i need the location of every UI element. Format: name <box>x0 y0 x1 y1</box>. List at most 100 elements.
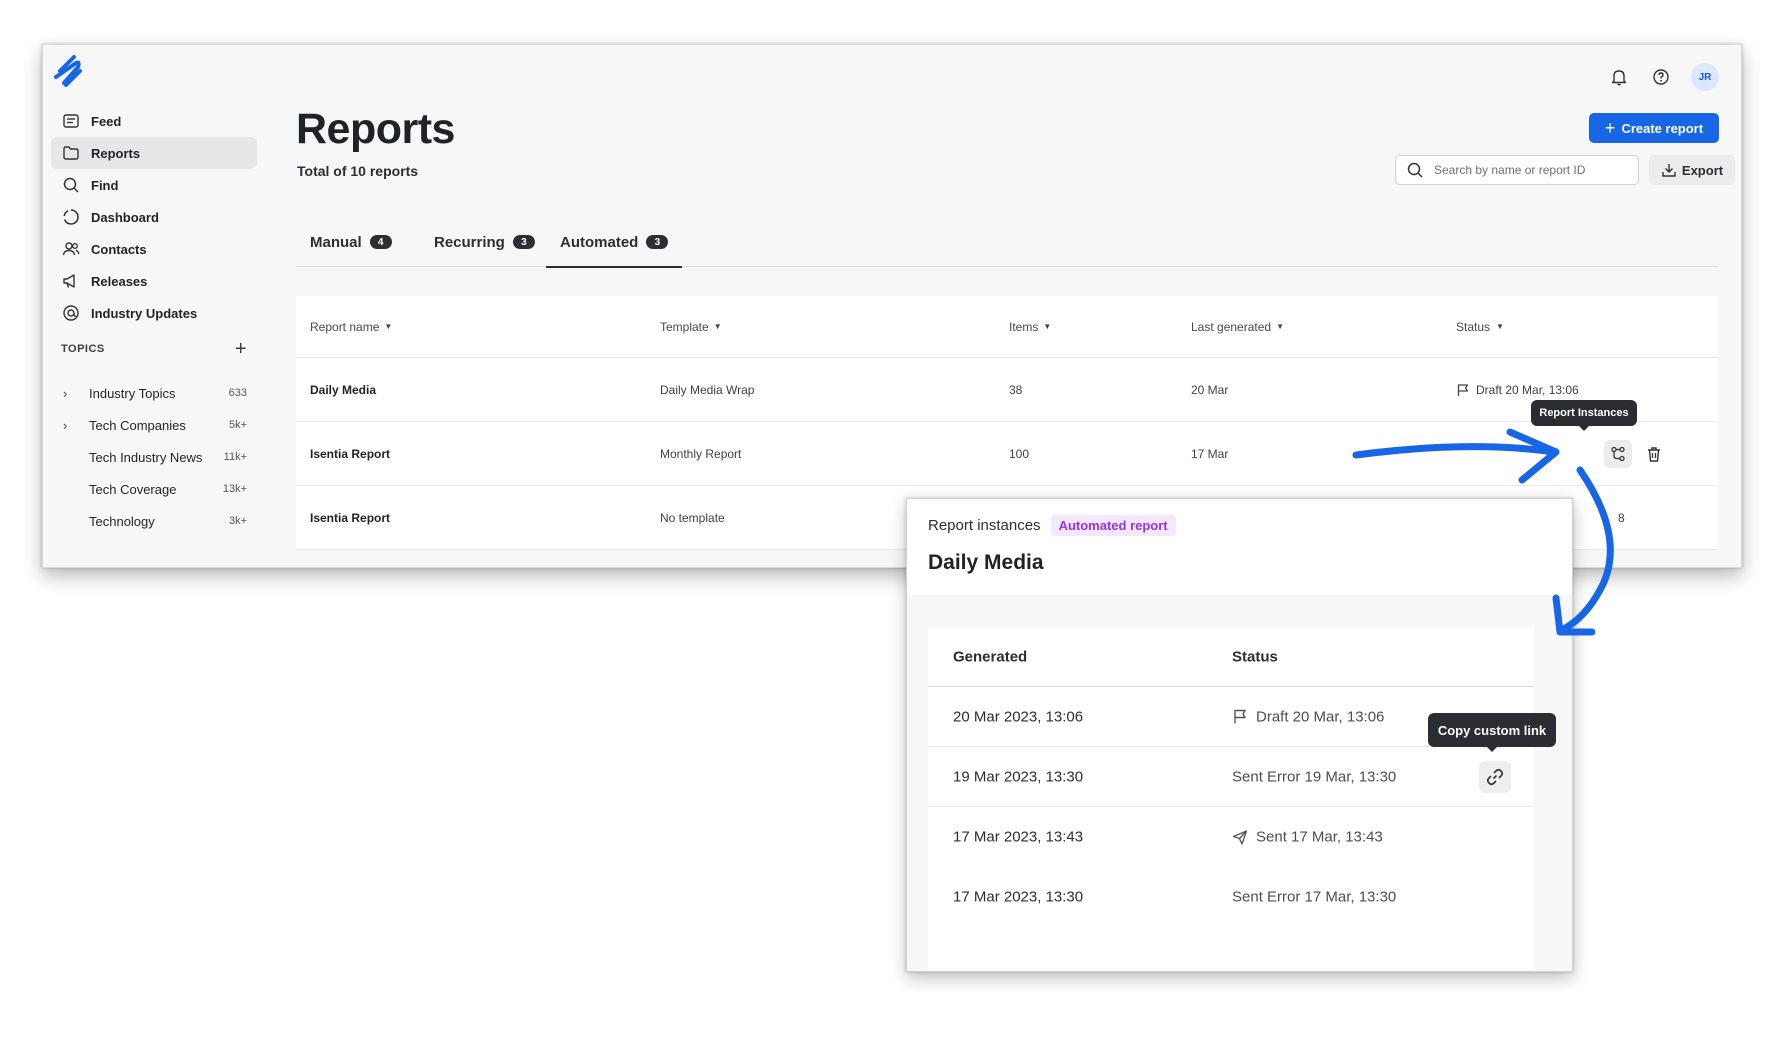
instance-row[interactable]: 17 Mar 2023, 13:43 Sent 17 Mar, 13:43 <box>928 807 1534 867</box>
status-text: Sent 17 Mar, 13:43 <box>1256 828 1383 846</box>
instance-generated: 20 Mar 2023, 13:06 <box>953 708 1084 725</box>
column-label: Last generated <box>1191 319 1272 334</box>
add-topic-icon[interactable]: + <box>235 339 247 359</box>
instance-row[interactable]: 19 Mar 2023, 13:30 Sent Error 19 Mar, 13… <box>928 747 1534 807</box>
table-row[interactable]: Daily Media Daily Media Wrap 38 20 Mar D… <box>296 358 1718 422</box>
instance-generated: 17 Mar 2023, 13:30 <box>953 888 1084 906</box>
column-header-status[interactable]: Status ▼ <box>1456 320 1504 334</box>
instance-status: Draft 20 Mar, 13:06 <box>1232 708 1384 725</box>
tab-manual[interactable]: Manual 4 <box>310 217 392 267</box>
contacts-icon <box>61 239 81 259</box>
sidebar-item-contacts[interactable]: Contacts <box>51 233 257 265</box>
column-header-report-name[interactable]: Report name ▼ <box>310 320 392 334</box>
download-icon <box>1662 164 1676 177</box>
sidebar-item-label: Releases <box>91 273 148 289</box>
instances-table-header: Generated Status <box>928 627 1534 687</box>
topic-item[interactable]: Tech Industry News 11k+ <box>61 441 247 473</box>
instance-row[interactable]: 17 Mar 2023, 13:30 Sent Error 17 Mar, 13… <box>928 867 1534 927</box>
sidebar-nav: Feed Reports Find Dashboard Contacts Rel… <box>51 105 257 329</box>
report-status: 8 <box>1618 510 1625 525</box>
tab-count-badge: 3 <box>646 235 669 249</box>
report-instances-tooltip: Report Instances <box>1531 400 1637 431</box>
avatar[interactable]: JR <box>1691 63 1719 91</box>
send-icon <box>1232 829 1248 845</box>
sidebar-item-find[interactable]: Find <box>51 169 257 201</box>
panel-kicker: Report instances Automated report <box>928 515 1176 536</box>
sidebar-item-label: Dashboard <box>91 209 159 225</box>
status-text: Draft 20 Mar, 13:06 <box>1256 708 1385 725</box>
at-icon <box>61 303 81 323</box>
status-text: Sent Error 17 Mar, 13:30 <box>1232 888 1397 906</box>
row-actions <box>1604 440 1668 468</box>
report-status: Draft 20 Mar, 13:06 <box>1456 383 1579 397</box>
delete-button[interactable] <box>1640 440 1668 468</box>
app-logo[interactable] <box>52 53 86 89</box>
panel-header: Report instances Automated report Daily … <box>907 499 1572 595</box>
sidebar-item-dashboard[interactable]: Dashboard <box>51 201 257 233</box>
report-count: Total of 10 reports <box>297 163 419 179</box>
topics-heading: TOPICS <box>61 343 105 355</box>
report-template: Monthly Report <box>660 446 742 461</box>
column-label: Items <box>1009 319 1039 334</box>
sort-caret-icon: ▼ <box>713 322 722 331</box>
instance-status: Sent 17 Mar, 13:43 <box>1232 829 1383 846</box>
report-instances-button[interactable] <box>1604 440 1632 468</box>
topic-item[interactable]: Technology 3k+ <box>61 505 247 537</box>
sort-caret-icon: ▼ <box>1496 322 1504 331</box>
topic-item[interactable]: Tech Coverage 13k+ <box>61 473 247 505</box>
report-name[interactable]: Daily Media <box>310 383 376 397</box>
chevron-right-icon[interactable]: › <box>61 386 89 401</box>
sidebar-item-feed[interactable]: Feed <box>51 105 257 137</box>
panel-body: Generated Status 20 Mar 2023, 13:06 Draf… <box>907 595 1572 971</box>
column-label: Report name <box>310 319 380 334</box>
automated-report-pill: Automated report <box>1050 515 1176 536</box>
search-icon <box>61 175 81 195</box>
column-header-generated: Generated <box>953 648 1028 665</box>
column-label: Status <box>1456 319 1491 334</box>
instances-icon <box>1611 446 1625 462</box>
instance-generated: 17 Mar 2023, 13:43 <box>953 828 1084 846</box>
link-icon <box>1486 768 1504 785</box>
folder-icon <box>61 143 81 163</box>
copy-custom-link-button[interactable] <box>1479 760 1511 793</box>
report-items: 38 <box>1009 382 1023 397</box>
instance-status: Sent Error 17 Mar, 13:30 <box>1232 889 1396 906</box>
topic-item[interactable]: › Tech Companies 5k+ <box>61 409 247 441</box>
sidebar-item-releases[interactable]: Releases <box>51 265 257 297</box>
column-header-items[interactable]: Items ▼ <box>1009 320 1051 334</box>
table-row[interactable]: Isentia Report Monthly Report 100 17 Mar <box>296 422 1718 486</box>
tab-label: Recurring <box>434 233 505 251</box>
sidebar-item-label: Reports <box>91 145 141 161</box>
tab-recurring[interactable]: Recurring 3 <box>434 217 535 267</box>
help-icon[interactable] <box>1649 65 1673 89</box>
report-name[interactable]: Isentia Report <box>310 511 390 525</box>
search-input[interactable]: Search by name or report ID <box>1395 155 1639 185</box>
report-last-generated: 20 Mar <box>1191 382 1229 397</box>
flag-icon <box>1457 383 1469 396</box>
sidebar-item-label: Industry Updates <box>91 305 198 321</box>
column-label: Template <box>660 319 709 334</box>
report-template: Daily Media Wrap <box>660 382 755 397</box>
sidebar-item-industry-updates[interactable]: Industry Updates <box>51 297 257 329</box>
tab-automated[interactable]: Automated 3 <box>546 217 683 268</box>
sidebar-item-reports[interactable]: Reports <box>51 137 257 169</box>
megaphone-icon <box>61 271 81 291</box>
panel-title: Daily Media <box>928 551 1044 574</box>
sort-caret-icon: ▼ <box>1043 322 1052 331</box>
instance-generated: 19 Mar 2023, 13:30 <box>953 768 1084 785</box>
report-last-generated: 17 Mar <box>1191 446 1229 461</box>
create-report-button[interactable]: + Create report <box>1589 113 1719 143</box>
sidebar-item-label: Contacts <box>91 241 147 257</box>
chevron-right-icon[interactable]: › <box>61 418 89 433</box>
export-button[interactable]: Export <box>1649 155 1735 185</box>
report-items: 100 <box>1009 446 1030 461</box>
search-icon <box>1407 162 1423 178</box>
topic-item[interactable]: › Industry Topics 633 <box>61 377 247 409</box>
column-header-last-generated[interactable]: Last generated ▼ <box>1191 320 1284 334</box>
bell-icon[interactable] <box>1607 65 1631 89</box>
topic-count: 13k+ <box>222 483 247 495</box>
column-header-template[interactable]: Template ▼ <box>660 320 722 334</box>
tab-count-badge: 4 <box>369 235 392 249</box>
instance-status: Sent Error 19 Mar, 13:30 <box>1232 768 1396 785</box>
report-name[interactable]: Isentia Report <box>310 447 390 461</box>
